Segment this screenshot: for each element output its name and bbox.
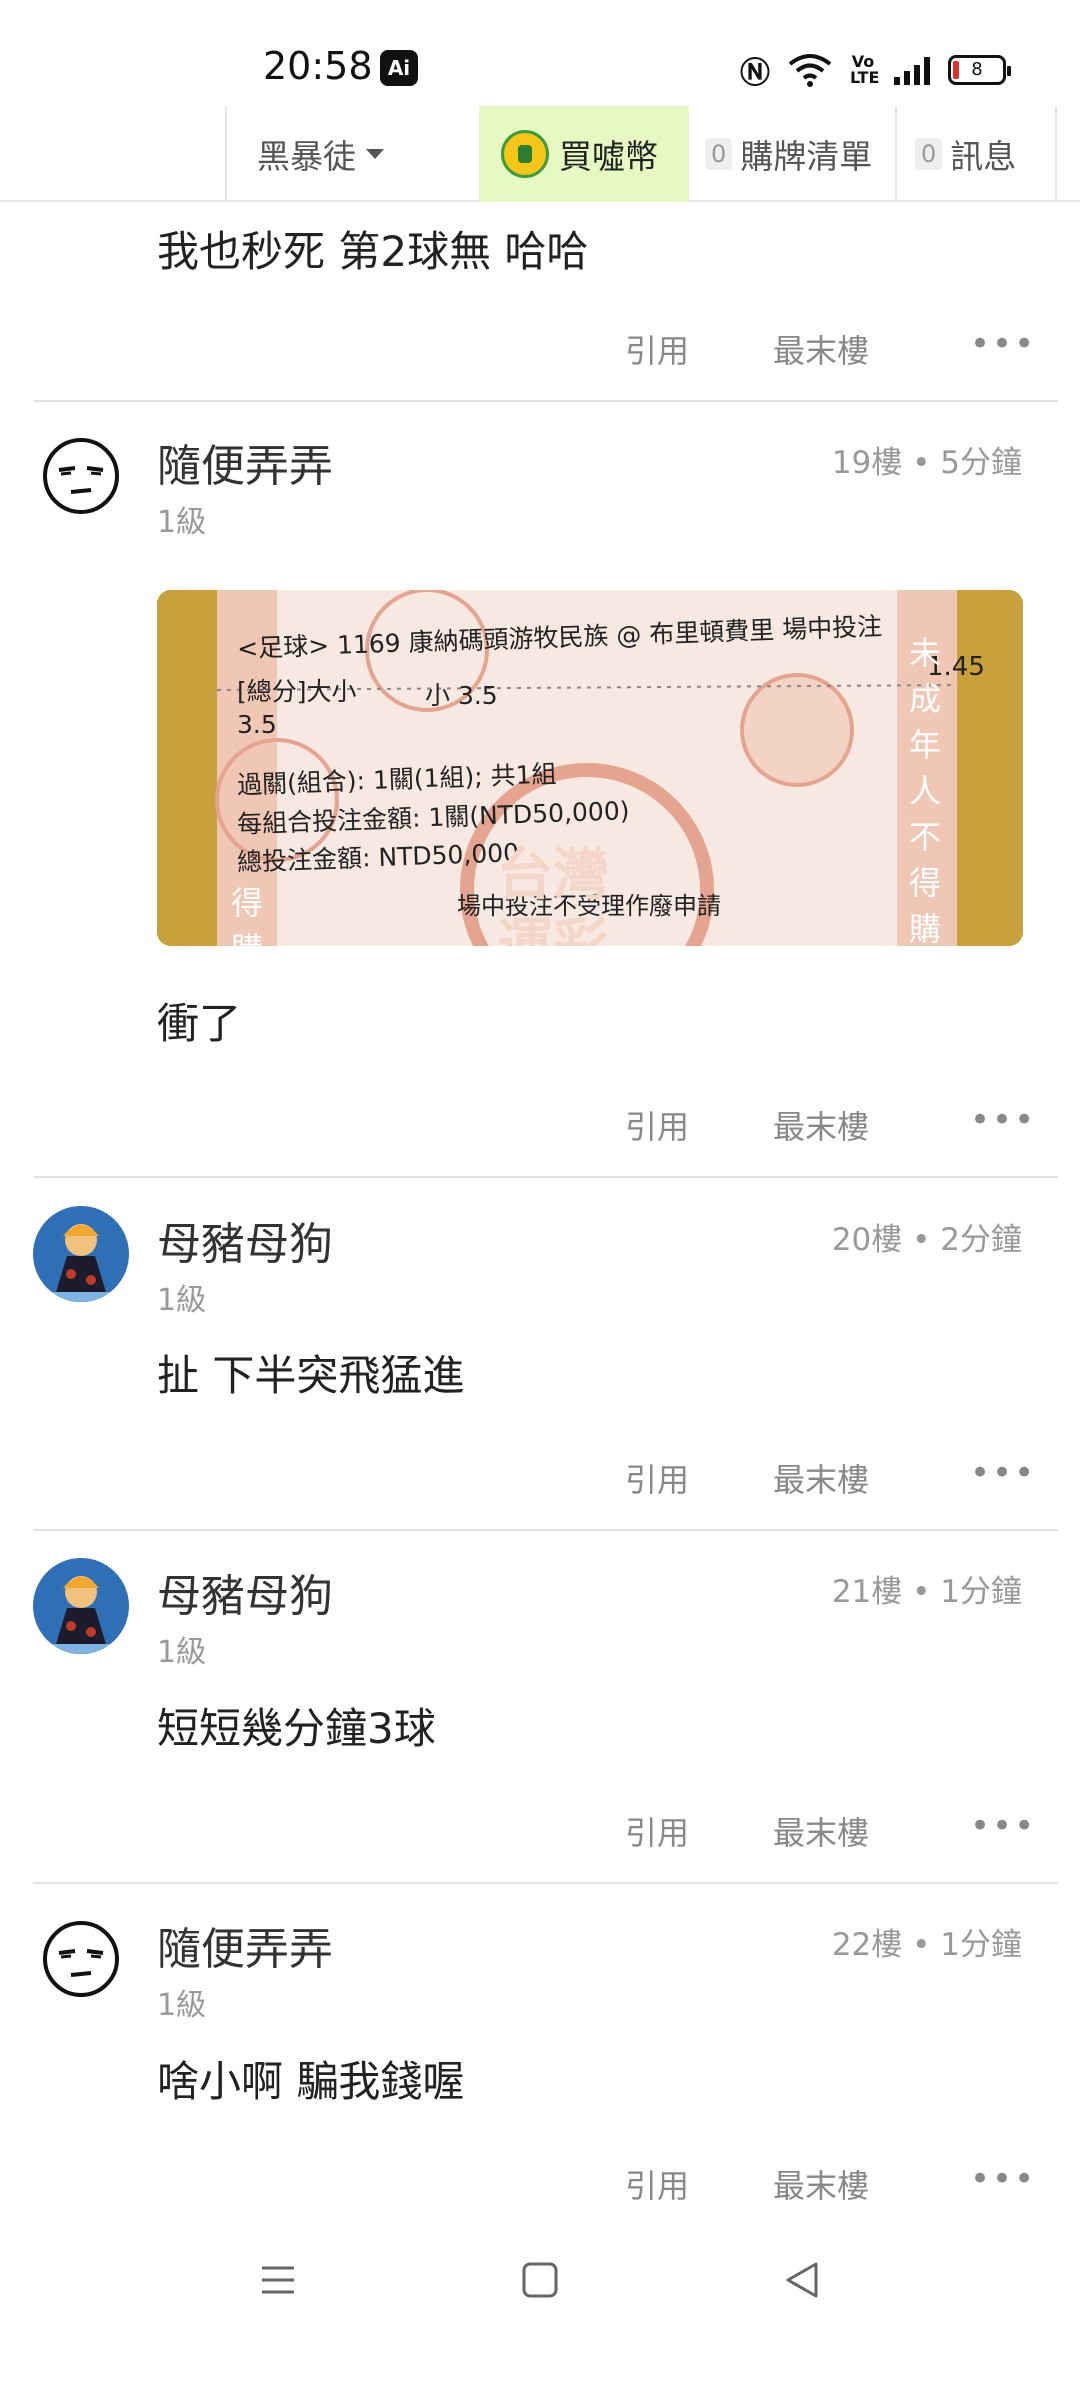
last-floor-button[interactable]: 最末樓 bbox=[773, 1102, 869, 1148]
last-floor-button[interactable]: 最末樓 bbox=[773, 1808, 869, 1854]
user-level: 1級 bbox=[157, 1283, 207, 1318]
user-menu[interactable]: 黑暴徒 bbox=[225, 106, 479, 202]
coin-icon bbox=[501, 130, 549, 178]
quote-button[interactable]: 引用 bbox=[625, 1455, 689, 1501]
more-icon[interactable]: ••• bbox=[970, 1453, 1036, 1493]
ticket-stamp: 運彩 bbox=[497, 913, 609, 946]
purchase-list-button[interactable]: 0 購牌清單 bbox=[689, 106, 897, 202]
post-text: 短短幾分鐘3球 bbox=[157, 1704, 436, 1753]
top-nav: 黑暴徒 買噓幣 0 購牌清單 0 訊息 bbox=[0, 106, 1080, 202]
system-nav-bar bbox=[0, 2230, 1080, 2340]
ai-icon: Ai bbox=[380, 50, 418, 86]
author-name[interactable]: 隨便弄弄 bbox=[157, 430, 333, 494]
nfc-icon: Ⓝ bbox=[740, 56, 770, 91]
last-floor-button[interactable]: 最末樓 bbox=[773, 1455, 869, 1501]
avatar[interactable] bbox=[33, 428, 129, 524]
user-level: 1級 bbox=[157, 1635, 207, 1670]
post-actions: 引用 最末樓 ••• bbox=[0, 318, 1080, 378]
floor-time: 21樓 • 1分鐘 bbox=[831, 1574, 1022, 1610]
ticket-stamp: 台灣 bbox=[497, 843, 609, 908]
more-icon[interactable]: ••• bbox=[970, 2159, 1036, 2199]
post-text: 我也秒死 第2球無 哈哈 bbox=[157, 227, 589, 276]
caret-down-icon bbox=[366, 149, 384, 159]
wifi-icon bbox=[788, 54, 832, 87]
more-icon[interactable]: ••• bbox=[970, 1100, 1036, 1140]
signal-icon bbox=[894, 55, 930, 85]
status-icons: Ⓝ Vo LTE 8 bbox=[740, 50, 1011, 91]
divider bbox=[33, 1176, 1058, 1178]
username: 黑暴徒 bbox=[257, 137, 356, 176]
floor-time: 22樓 • 1分鐘 bbox=[831, 1927, 1022, 1963]
ticket-image[interactable]: <足球> 1169 康納碼頭游牧民族 @ 布里頓費里 場中投注 [總分]大小 小… bbox=[157, 590, 1023, 946]
floor-time: 20樓 • 2分鐘 bbox=[831, 1222, 1022, 1258]
purchase-list-count: 0 bbox=[705, 138, 733, 170]
ticket-line: 小 3.5 bbox=[425, 681, 498, 710]
ticket-line: [總分]大小 bbox=[237, 677, 357, 706]
post-actions: 引用 最末樓 ••• bbox=[0, 1094, 1080, 1154]
author-name[interactable]: 母豬母狗 bbox=[157, 1560, 333, 1624]
ticket-line: 3.5 bbox=[237, 710, 277, 739]
last-floor-button[interactable]: 最末樓 bbox=[773, 2161, 869, 2207]
quote-button[interactable]: 引用 bbox=[625, 1808, 689, 1854]
messages-label: 訊息 bbox=[950, 137, 1017, 176]
menu-icon[interactable] bbox=[258, 2260, 298, 2300]
ticket-side-text: 未成年人不得購 bbox=[909, 634, 942, 946]
quote-button[interactable]: 引用 bbox=[625, 326, 689, 372]
buy-coin-label: 買噓幣 bbox=[559, 137, 658, 176]
last-floor-button[interactable]: 最末樓 bbox=[773, 326, 869, 372]
author-name[interactable]: 母豬母狗 bbox=[157, 1208, 333, 1272]
post-actions: 引用 最末樓 ••• bbox=[0, 1447, 1080, 1507]
buy-coin-button[interactable]: 買噓幣 bbox=[479, 106, 689, 202]
avatar[interactable] bbox=[33, 1206, 129, 1302]
post-text: 啥小啊 騙我錢喔 bbox=[157, 2057, 465, 2106]
floor-time: 19樓 • 5分鐘 bbox=[831, 445, 1022, 481]
post-actions: 引用 最末樓 ••• bbox=[0, 1800, 1080, 1860]
messages-button[interactable]: 0 訊息 bbox=[897, 106, 1057, 202]
status-bar: 20:58 Ai Ⓝ Vo LTE 8 bbox=[0, 0, 1080, 108]
post-actions: 引用 最末樓 ••• bbox=[0, 2153, 1080, 2213]
battery-icon: 8 bbox=[948, 55, 1011, 85]
home-icon[interactable] bbox=[520, 2260, 560, 2300]
divider bbox=[33, 1882, 1058, 1884]
back-icon[interactable] bbox=[782, 2260, 822, 2300]
user-level: 1級 bbox=[157, 1988, 207, 2023]
ticket-side-text: 得購 bbox=[231, 884, 264, 946]
more-icon[interactable]: ••• bbox=[970, 1806, 1036, 1846]
status-time: 20:58 bbox=[263, 44, 373, 88]
messages-count: 0 bbox=[915, 138, 943, 170]
avatar[interactable] bbox=[33, 1911, 129, 2007]
post-text: 衝了 bbox=[157, 999, 242, 1048]
divider bbox=[33, 400, 1058, 402]
user-level: 1級 bbox=[157, 505, 207, 540]
purchase-list-label: 購牌清單 bbox=[740, 137, 873, 176]
divider bbox=[33, 1529, 1058, 1531]
volte-icon: Vo LTE bbox=[850, 52, 880, 87]
quote-button[interactable]: 引用 bbox=[625, 1102, 689, 1148]
more-icon[interactable]: ••• bbox=[970, 324, 1036, 364]
quote-button[interactable]: 引用 bbox=[625, 2161, 689, 2207]
post-text: 扯 下半突飛猛進 bbox=[157, 1351, 465, 1400]
author-name[interactable]: 隨便弄弄 bbox=[157, 1913, 333, 1977]
avatar[interactable] bbox=[33, 1558, 129, 1654]
